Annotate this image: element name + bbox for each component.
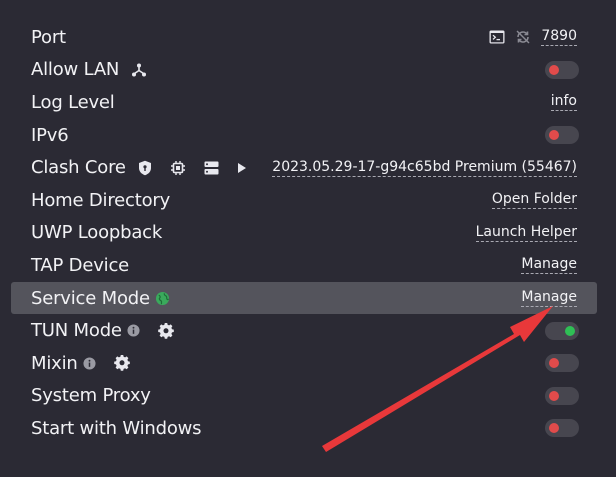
launch-helper-button[interactable]: Launch Helper bbox=[475, 224, 577, 242]
gear-icon[interactable] bbox=[113, 355, 130, 371]
start-with-windows-toggle[interactable] bbox=[545, 419, 579, 438]
setting-label: System Proxy bbox=[31, 385, 151, 407]
play-icon[interactable] bbox=[237, 162, 247, 174]
setting-label: TAP Device bbox=[31, 254, 130, 276]
setting-label: Clash Core bbox=[31, 157, 126, 179]
setting-label: Log Level bbox=[31, 91, 115, 113]
setting-system-proxy: System Proxy bbox=[11, 380, 597, 413]
tap-manage-button[interactable]: Manage bbox=[521, 256, 577, 275]
chip-icon[interactable] bbox=[170, 160, 186, 176]
network-icon[interactable] bbox=[131, 62, 147, 78]
setting-label: Port bbox=[31, 26, 66, 48]
setting-label: IPv6 bbox=[31, 124, 69, 146]
setting-uwp-loopback: UWP Loopback Launch Helper bbox=[11, 217, 597, 250]
allow-lan-toggle[interactable] bbox=[545, 60, 579, 79]
mixin-toggle[interactable] bbox=[545, 354, 579, 373]
shield-icon[interactable] bbox=[138, 160, 152, 176]
server-icon[interactable] bbox=[204, 161, 219, 175]
setting-ipv6: IPv6 bbox=[11, 119, 597, 152]
open-folder-button[interactable]: Open Folder bbox=[491, 191, 577, 210]
setting-label: Service Mode bbox=[31, 287, 150, 309]
gear-icon[interactable] bbox=[158, 322, 174, 339]
setting-label: Start with Windows bbox=[31, 417, 202, 439]
terminal-icon[interactable] bbox=[489, 30, 505, 44]
clash-core-version[interactable]: 2023.05.29-17-g94c65bd Premium (55467) bbox=[272, 159, 577, 177]
setting-label: Home Directory bbox=[31, 189, 171, 211]
service-manage-button[interactable]: Manage bbox=[521, 289, 577, 308]
setting-home-directory: Home Directory Open Folder bbox=[11, 184, 597, 217]
info-icon[interactable] bbox=[127, 324, 140, 337]
setting-label: UWP Loopback bbox=[31, 222, 163, 244]
setting-log-level: Log Level info bbox=[11, 86, 597, 119]
setting-clash-core: Clash Core 2023.05.29-17-g94c65bd Premiu… bbox=[11, 151, 597, 184]
info-icon[interactable] bbox=[83, 357, 96, 370]
setting-mixin: Mixin bbox=[11, 347, 597, 380]
log-level-value[interactable]: info bbox=[550, 93, 577, 112]
setting-port: Port 7890 bbox=[11, 21, 597, 54]
system-proxy-toggle[interactable] bbox=[545, 386, 579, 405]
setting-tun-mode: TUN Mode bbox=[11, 314, 597, 347]
setting-label: Mixin bbox=[31, 352, 78, 374]
setting-start-with-windows: Start with Windows bbox=[11, 412, 597, 445]
port-value[interactable]: 7890 bbox=[541, 28, 577, 47]
setting-service-mode: Service Mode Manage bbox=[11, 281, 597, 315]
globe-icon bbox=[155, 291, 170, 306]
setting-label: TUN Mode bbox=[31, 320, 122, 342]
setting-label: Allow LAN bbox=[31, 59, 120, 81]
random-port-icon[interactable] bbox=[515, 29, 531, 45]
setting-allow-lan: Allow LAN bbox=[11, 54, 597, 87]
setting-tap-device: TAP Device Manage bbox=[11, 249, 597, 282]
settings-list: Port 7890 Allow LAN Log Level info IPv6 bbox=[11, 21, 597, 445]
ipv6-toggle[interactable] bbox=[545, 126, 579, 145]
tun-mode-toggle[interactable] bbox=[545, 321, 579, 340]
